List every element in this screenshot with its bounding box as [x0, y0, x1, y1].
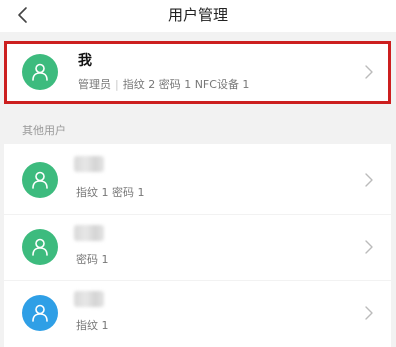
user-icon [32, 238, 48, 256]
obscured-user-name [74, 156, 104, 172]
chevron-right-icon [364, 172, 374, 188]
chevron-right-icon [364, 64, 374, 80]
chevron-right-icon [364, 239, 374, 255]
chevron-right-icon [364, 305, 374, 321]
user-management-screen: 用户管理 我 管理员 | 指纹 2 密码 1 NFC设备 1 其他用户 指纹 1 密… [0, 0, 396, 347]
user-details: 指纹 1 密码 1 [76, 186, 145, 199]
user-icon [32, 63, 48, 81]
user-list-item[interactable]: 指纹 1 [4, 281, 391, 347]
user-icon [32, 171, 48, 189]
user-details: 密码 1 [76, 253, 109, 266]
current-user-card[interactable]: 我 管理员 | 指纹 2 密码 1 NFC设备 1 [4, 41, 391, 104]
avatar [22, 54, 58, 90]
role-label: 管理员 [78, 78, 111, 91]
avatar [22, 229, 58, 265]
user-details: 指纹 1 [76, 319, 109, 332]
avatar [22, 162, 58, 198]
top-bar: 用户管理 [0, 0, 396, 32]
separator: | [115, 78, 119, 91]
obscured-user-name [74, 291, 104, 307]
page-title: 用户管理 [167, 6, 228, 24]
other-users-label: 其他用户 [22, 124, 66, 137]
user-list-item[interactable]: 密码 1 [4, 215, 391, 280]
obscured-user-name [74, 225, 104, 241]
user-name: 我 [78, 53, 92, 69]
user-list-item[interactable]: 指纹 1 密码 1 [4, 144, 391, 214]
user-icon [32, 304, 48, 322]
avatar [22, 295, 58, 331]
credentials-summary: 指纹 2 密码 1 NFC设备 1 [122, 78, 250, 91]
user-details: 管理员 | 指纹 2 密码 1 NFC设备 1 [78, 78, 249, 92]
